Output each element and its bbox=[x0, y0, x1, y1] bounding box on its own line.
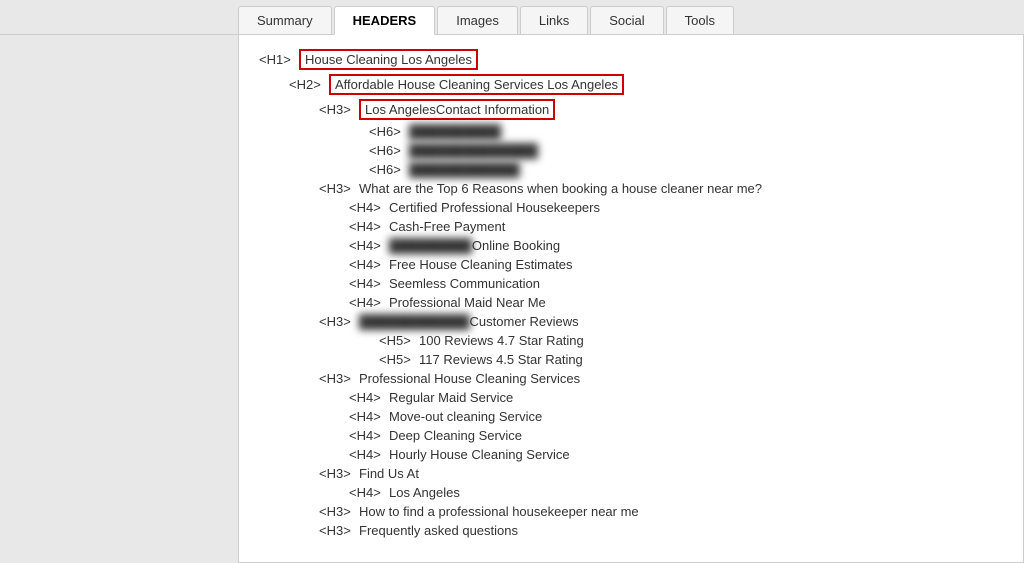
header-row-0: <H1>House Cleaning Los Angeles bbox=[259, 49, 1003, 70]
header-row-23: <H3>How to find a professional housekeep… bbox=[259, 504, 1003, 519]
tab-social[interactable]: Social bbox=[590, 6, 663, 34]
header-tag-15: <H5> bbox=[379, 352, 419, 367]
tab-images[interactable]: Images bbox=[437, 6, 518, 34]
header-row-12: <H4>Professional Maid Near Me bbox=[259, 295, 1003, 310]
header-value-18: Move-out cleaning Service bbox=[389, 409, 542, 424]
header-value-14: 100 Reviews 4.7 Star Rating bbox=[419, 333, 584, 348]
header-value-8: Cash-Free Payment bbox=[389, 219, 505, 234]
header-row-10: <H4>Free House Cleaning Estimates bbox=[259, 257, 1003, 272]
header-value-15: 117 Reviews 4.5 Star Rating bbox=[419, 352, 583, 367]
header-value-highlighted-2: Los AngelesContact Information bbox=[359, 99, 555, 120]
blurred-text-13: ████████████ bbox=[359, 314, 470, 329]
header-row-22: <H4>Los Angeles bbox=[259, 485, 1003, 500]
header-row-14: <H5>100 Reviews 4.7 Star Rating bbox=[259, 333, 1003, 348]
blurred-text-9: █████████ bbox=[389, 238, 472, 253]
header-tag-23: <H3> bbox=[319, 504, 359, 519]
header-row-3: <H6>██████████ bbox=[259, 124, 1003, 139]
header-tag-3: <H6> bbox=[369, 124, 409, 139]
header-tag-6: <H3> bbox=[319, 181, 359, 196]
header-value-highlighted-0: House Cleaning Los Angeles bbox=[299, 49, 478, 70]
header-tag-11: <H4> bbox=[349, 276, 389, 291]
header-row-1: <H2>Affordable House Cleaning Services L… bbox=[259, 74, 1003, 95]
header-value-9: Online Booking bbox=[472, 238, 560, 253]
tab-headers[interactable]: HEADERS bbox=[334, 6, 436, 35]
header-tag-18: <H4> bbox=[349, 409, 389, 424]
header-row-17: <H4>Regular Maid Service bbox=[259, 390, 1003, 405]
header-value-11: Seemless Communication bbox=[389, 276, 540, 291]
header-tag-7: <H4> bbox=[349, 200, 389, 215]
header-tag-2: <H3> bbox=[319, 102, 359, 117]
blurred-text-4: ██████████████ bbox=[409, 143, 538, 158]
header-row-20: <H4>Hourly House Cleaning Service bbox=[259, 447, 1003, 462]
header-row-4: <H6>██████████████ bbox=[259, 143, 1003, 158]
header-tag-13: <H3> bbox=[319, 314, 359, 329]
header-value-22: Los Angeles bbox=[389, 485, 460, 500]
header-value-6: What are the Top 6 Reasons when booking … bbox=[359, 181, 762, 196]
header-value-19: Deep Cleaning Service bbox=[389, 428, 522, 443]
header-tag-8: <H4> bbox=[349, 219, 389, 234]
header-value-24: Frequently asked questions bbox=[359, 523, 518, 538]
header-tag-10: <H4> bbox=[349, 257, 389, 272]
header-tag-9: <H4> bbox=[349, 238, 389, 253]
header-value-17: Regular Maid Service bbox=[389, 390, 513, 405]
header-value-13: Customer Reviews bbox=[470, 314, 579, 329]
header-tag-21: <H3> bbox=[319, 466, 359, 481]
header-tag-0: <H1> bbox=[259, 52, 299, 67]
tab-tools[interactable]: Tools bbox=[666, 6, 734, 34]
header-tag-5: <H6> bbox=[369, 162, 409, 177]
content-area: <H1>House Cleaning Los Angeles <H2>Afford… bbox=[238, 35, 1024, 563]
header-tag-12: <H4> bbox=[349, 295, 389, 310]
header-value-12: Professional Maid Near Me bbox=[389, 295, 546, 310]
header-tag-19: <H4> bbox=[349, 428, 389, 443]
header-row-6: <H3>What are the Top 6 Reasons when book… bbox=[259, 181, 1003, 196]
header-value-7: Certified Professional Housekeepers bbox=[389, 200, 600, 215]
tab-summary[interactable]: Summary bbox=[238, 6, 332, 34]
header-row-19: <H4>Deep Cleaning Service bbox=[259, 428, 1003, 443]
header-row-7: <H4>Certified Professional Housekeepers bbox=[259, 200, 1003, 215]
header-row-24: <H3>Frequently asked questions bbox=[259, 523, 1003, 538]
header-tag-14: <H5> bbox=[379, 333, 419, 348]
header-row-8: <H4>Cash-Free Payment bbox=[259, 219, 1003, 234]
header-tag-22: <H4> bbox=[349, 485, 389, 500]
header-tag-17: <H4> bbox=[349, 390, 389, 405]
header-value-16: Professional House Cleaning Services bbox=[359, 371, 580, 386]
header-value-highlighted-1: Affordable House Cleaning Services Los A… bbox=[329, 74, 624, 95]
header-row-2: <H3>Los AngelesContact Information bbox=[259, 99, 1003, 120]
app-container: SummaryHEADERSImagesLinksSocialTools <H1… bbox=[0, 0, 1024, 563]
header-row-16: <H3>Professional House Cleaning Services bbox=[259, 371, 1003, 386]
tab-bar: SummaryHEADERSImagesLinksSocialTools bbox=[0, 0, 1024, 35]
header-tag-16: <H3> bbox=[319, 371, 359, 386]
header-value-21: Find Us At bbox=[359, 466, 419, 481]
header-tag-20: <H4> bbox=[349, 447, 389, 462]
header-row-9: <H4>█████████ Online Booking bbox=[259, 238, 1003, 253]
header-value-23: How to find a professional housekeeper n… bbox=[359, 504, 639, 519]
header-value-10: Free House Cleaning Estimates bbox=[389, 257, 573, 272]
header-tag-24: <H3> bbox=[319, 523, 359, 538]
header-value-20: Hourly House Cleaning Service bbox=[389, 447, 570, 462]
blurred-text-3: ██████████ bbox=[409, 124, 501, 139]
header-row-15: <H5>117 Reviews 4.5 Star Rating bbox=[259, 352, 1003, 367]
header-row-11: <H4>Seemless Communication bbox=[259, 276, 1003, 291]
header-row-21: <H3>Find Us At bbox=[259, 466, 1003, 481]
header-row-18: <H4>Move-out cleaning Service bbox=[259, 409, 1003, 424]
header-row-5: <H6>████████████ bbox=[259, 162, 1003, 177]
header-tag-4: <H6> bbox=[369, 143, 409, 158]
blurred-text-5: ████████████ bbox=[409, 162, 520, 177]
tab-links[interactable]: Links bbox=[520, 6, 588, 34]
header-tag-1: <H2> bbox=[289, 77, 329, 92]
header-row-13: <H3>████████████ Customer Reviews bbox=[259, 314, 1003, 329]
